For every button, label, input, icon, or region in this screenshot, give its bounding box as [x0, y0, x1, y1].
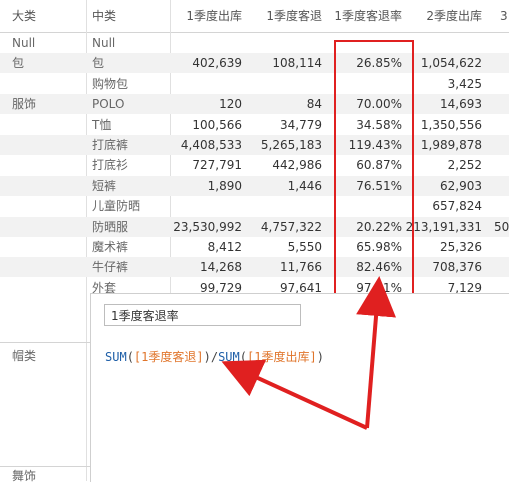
annotation-arrows	[221, 276, 397, 430]
arrow-to-column	[356, 276, 397, 429]
arrow-to-formula	[221, 359, 368, 430]
